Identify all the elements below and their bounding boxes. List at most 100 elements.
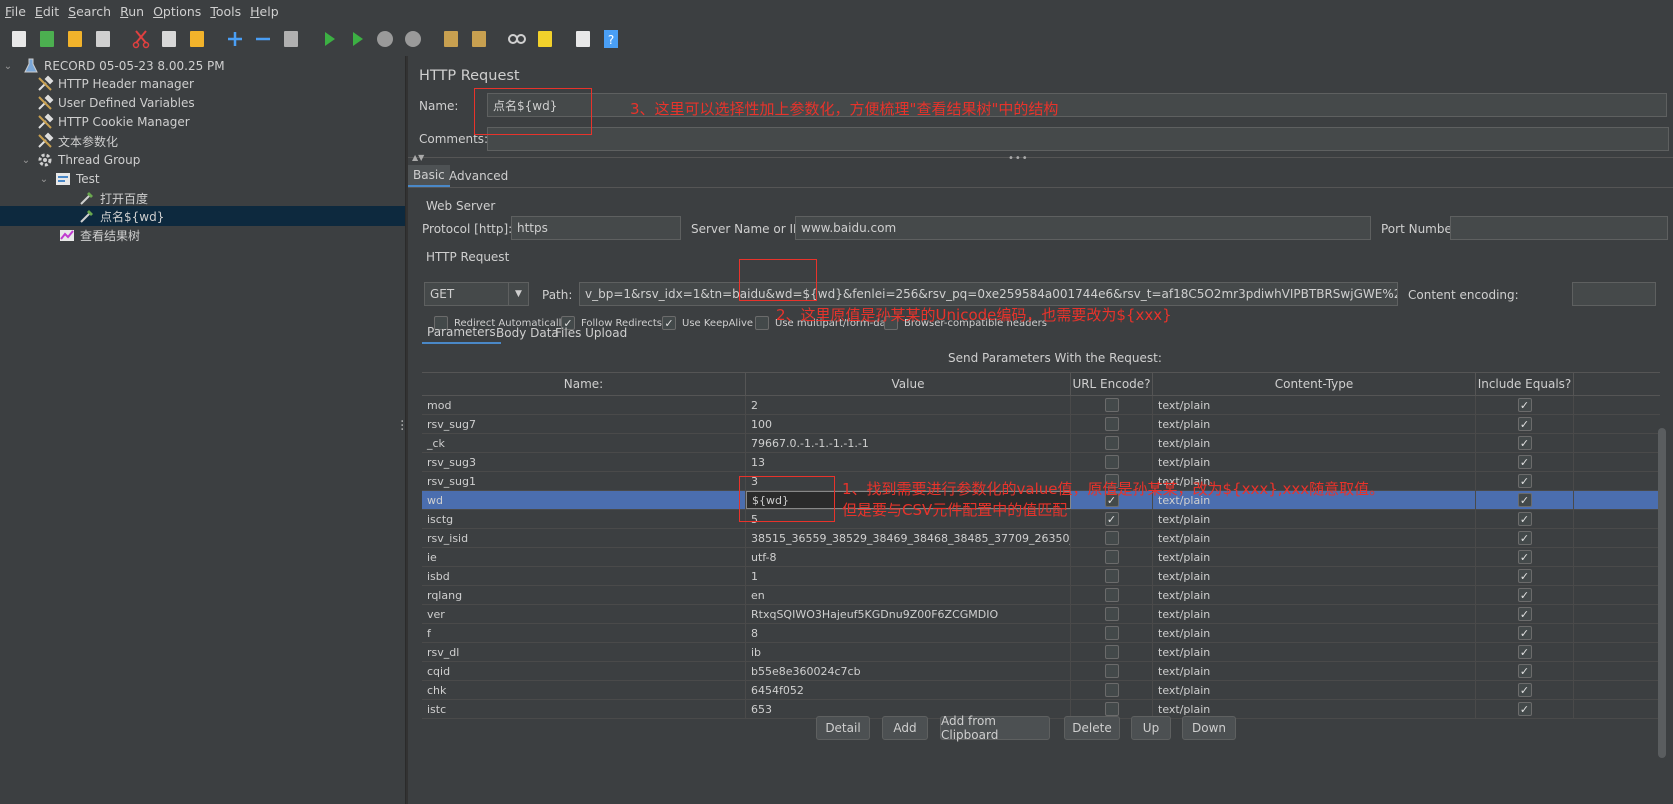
cell-include-equals[interactable]: ✓ xyxy=(1476,643,1574,661)
cell-content-type[interactable]: text/plain xyxy=(1153,453,1476,471)
table-row[interactable]: mod 2 text/plain ✓ xyxy=(422,396,1660,415)
cell-content-type[interactable]: text/plain xyxy=(1153,415,1476,433)
cell-value[interactable]: ib xyxy=(746,643,1071,661)
cell-url-encode[interactable]: ✓ xyxy=(1071,510,1153,528)
cell-include-equals[interactable]: ✓ xyxy=(1476,624,1574,642)
table-row[interactable]: _ck 79667.0.-1.-1.-1.-1.-1 text/plain ✓ xyxy=(422,434,1660,453)
table-row[interactable]: rqlang en text/plain ✓ xyxy=(422,586,1660,605)
checkbox[interactable]: ✓ xyxy=(1517,664,1532,678)
path-field[interactable]: v_bp=1&rsv_idx=1&tn=baidu&wd=${wd}&fenle… xyxy=(579,282,1398,306)
cell-include-equals[interactable]: ✓ xyxy=(1476,529,1574,547)
cell-name[interactable]: rqlang xyxy=(422,586,746,604)
chevron-down-icon[interactable]: ⌄ xyxy=(38,174,50,185)
cell-url-encode[interactable] xyxy=(1071,662,1153,680)
cell-content-type[interactable]: text/plain xyxy=(1153,434,1476,452)
checkbox[interactable]: ✓ xyxy=(1517,417,1532,431)
help-icon[interactable]: ? xyxy=(598,26,624,52)
cell-name[interactable]: chk xyxy=(422,681,746,699)
checkbox[interactable]: ✓ xyxy=(1517,512,1532,526)
cell-include-equals[interactable]: ✓ xyxy=(1476,605,1574,623)
checkbox[interactable]: ✓ xyxy=(1517,626,1532,640)
cell-url-encode[interactable] xyxy=(1071,643,1153,661)
checkbox[interactable] xyxy=(1104,664,1119,678)
cell-url-encode[interactable] xyxy=(1071,434,1153,452)
cell-value[interactable]: 1 xyxy=(746,567,1071,585)
collapse-divider[interactable] xyxy=(408,157,1673,163)
checkbox[interactable] xyxy=(1104,607,1119,621)
cell-name[interactable]: istc xyxy=(422,700,746,718)
cell-name[interactable]: rsv_sug3 xyxy=(422,453,746,471)
stop-icon[interactable] xyxy=(372,26,398,52)
cell-content-type[interactable]: text/plain xyxy=(1153,662,1476,680)
tree-item-sampler-open-baidu[interactable]: 打开百度 xyxy=(0,188,405,208)
port-field[interactable] xyxy=(1450,216,1668,240)
cell-include-equals[interactable]: ✓ xyxy=(1476,548,1574,566)
cell-url-encode[interactable] xyxy=(1071,548,1153,566)
cell-content-type[interactable]: text/plain xyxy=(1153,529,1476,547)
checkbox[interactable] xyxy=(1104,531,1119,545)
comments-field[interactable] xyxy=(487,127,1669,151)
cell-include-equals[interactable]: ✓ xyxy=(1476,434,1574,452)
tree-item-sampler-selected[interactable]: 点名${wd} xyxy=(0,206,405,226)
cell-value[interactable]: utf-8 xyxy=(746,548,1071,566)
cell-value[interactable]: 6454f052 xyxy=(746,681,1071,699)
cell-url-encode[interactable] xyxy=(1071,415,1153,433)
tree-item-csv-config[interactable]: 文本参数化 xyxy=(0,131,405,151)
menu-tools[interactable]: Tools xyxy=(209,4,249,19)
cell-name[interactable]: rsv_isid xyxy=(422,529,746,547)
reset-search-icon[interactable] xyxy=(532,26,558,52)
column-header-content-type[interactable]: Content-Type xyxy=(1153,373,1476,395)
checkbox[interactable]: ✓ xyxy=(1104,512,1119,526)
checkbox[interactable]: ✓ xyxy=(1517,493,1532,507)
table-row[interactable]: rsv_dl ib text/plain ✓ xyxy=(422,643,1660,662)
cell-include-equals[interactable]: ✓ xyxy=(1476,662,1574,680)
menu-run[interactable]: Run xyxy=(119,4,152,19)
cell-content-type[interactable]: text/plain xyxy=(1153,396,1476,414)
tab-advanced[interactable]: Advanced xyxy=(444,165,513,187)
drag-handle-icon[interactable]: ••• xyxy=(1008,153,1029,164)
cell-include-equals[interactable]: ✓ xyxy=(1476,510,1574,528)
cell-url-encode[interactable] xyxy=(1071,567,1153,585)
cell-include-equals[interactable]: ✓ xyxy=(1476,453,1574,471)
cell-include-equals[interactable]: ✓ xyxy=(1476,491,1574,509)
checkbox[interactable] xyxy=(1104,398,1119,412)
checkbox[interactable] xyxy=(1104,626,1119,640)
down-button[interactable]: Down xyxy=(1182,716,1236,740)
table-row[interactable]: rsv_isid 38515_36559_38529_38469_38468_3… xyxy=(422,529,1660,548)
tree-item-thread-group[interactable]: ⌄ Thread Group xyxy=(0,150,405,170)
menu-help[interactable]: Help xyxy=(249,4,287,19)
cell-content-type[interactable]: text/plain xyxy=(1153,586,1476,604)
templates-icon[interactable] xyxy=(34,26,60,52)
cell-value[interactable]: 13 xyxy=(746,453,1071,471)
protocol-field[interactable]: https xyxy=(511,216,681,240)
checkbox[interactable] xyxy=(1104,588,1119,602)
table-row[interactable]: chk 6454f052 text/plain ✓ xyxy=(422,681,1660,700)
menu-edit[interactable]: Edit xyxy=(34,4,67,19)
option-use-keepalive[interactable]: ✓ Use KeepAlive xyxy=(662,316,753,330)
cell-url-encode[interactable] xyxy=(1071,605,1153,623)
chevron-down-icon[interactable]: ⌄ xyxy=(20,155,32,166)
menu-options[interactable]: Options xyxy=(152,4,209,19)
checkbox[interactable] xyxy=(1104,436,1119,450)
cell-include-equals[interactable]: ✓ xyxy=(1476,415,1574,433)
tab-files-upload[interactable]: Files Upload xyxy=(550,322,632,344)
cell-value[interactable]: 8 xyxy=(746,624,1071,642)
cut-icon[interactable] xyxy=(128,26,154,52)
cell-name[interactable]: f xyxy=(422,624,746,642)
cell-content-type[interactable]: text/plain xyxy=(1153,510,1476,528)
detail-button[interactable]: Detail xyxy=(816,716,870,740)
checkbox[interactable] xyxy=(1104,702,1119,716)
table-row[interactable]: cqid b55e8e360024c7cb text/plain ✓ xyxy=(422,662,1660,681)
checkbox[interactable]: ✓ xyxy=(1517,550,1532,564)
up-button[interactable]: Up xyxy=(1131,716,1171,740)
cell-value[interactable]: b55e8e360024c7cb xyxy=(746,662,1071,680)
new-icon[interactable] xyxy=(6,26,32,52)
tree-item-user-variables[interactable]: User Defined Variables xyxy=(0,93,405,113)
cell-include-equals[interactable]: ✓ xyxy=(1476,586,1574,604)
checkbox[interactable]: ✓ xyxy=(1517,645,1532,659)
cell-url-encode[interactable] xyxy=(1071,453,1153,471)
checkbox[interactable]: ✓ xyxy=(1517,588,1532,602)
checkbox[interactable]: ✓ xyxy=(1517,455,1532,469)
toggle-icon[interactable] xyxy=(278,26,304,52)
expand-icon[interactable] xyxy=(222,26,248,52)
